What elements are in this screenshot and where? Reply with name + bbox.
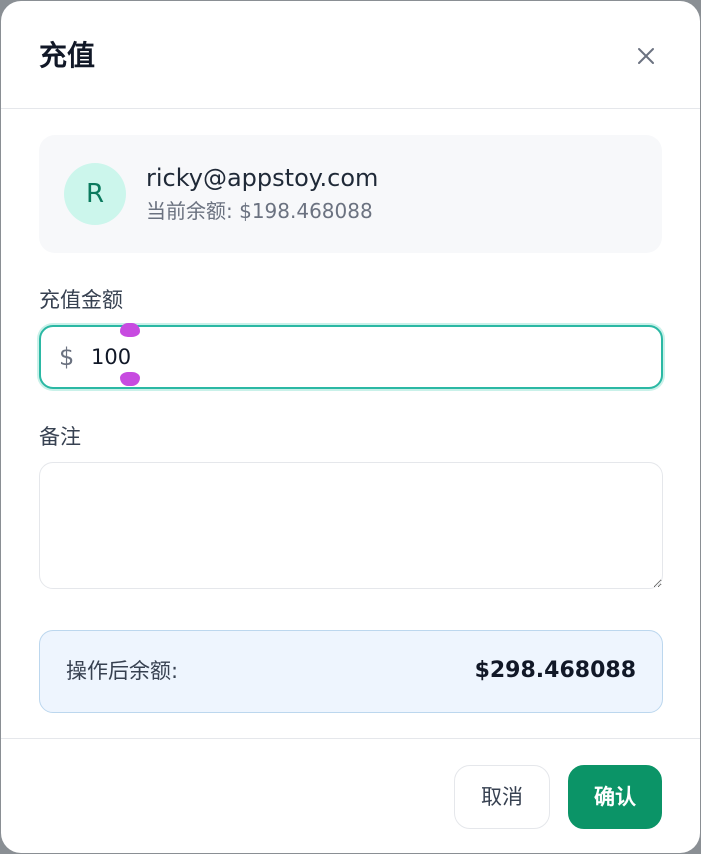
note-textarea[interactable] [39, 462, 663, 589]
close-icon-graphic [638, 48, 654, 64]
close-icon[interactable] [629, 39, 663, 73]
confirm-button[interactable]: 确认 [568, 765, 662, 829]
note-label: 备注 [39, 425, 81, 449]
amount-field[interactable]: $ [39, 323, 663, 389]
amount-label: 充值金额 [39, 288, 123, 312]
result-balance-value: $298.468088 [474, 658, 636, 683]
dialog-title: 充值 [39, 39, 96, 72]
amount-input[interactable] [91, 337, 631, 377]
selection-handle-end[interactable] [120, 372, 140, 386]
current-balance: 当前余额: $198.468088 [146, 199, 373, 223]
user-email: ricky@appstoy.com [146, 164, 379, 192]
avatar: R [64, 163, 126, 225]
currency-symbol: $ [59, 343, 75, 371]
selection-handle-start[interactable] [120, 323, 140, 337]
dialog-footer: 取消 确认 [1, 738, 700, 853]
result-balance-label: 操作后余额: [66, 659, 179, 683]
recharge-dialog: 充值 R ricky@appstoy.com 当前余额: $198.468088… [1, 1, 700, 853]
cancel-button[interactable]: 取消 [454, 765, 550, 829]
user-card: R ricky@appstoy.com 当前余额: $198.468088 [39, 135, 662, 253]
dialog-header: 充值 [1, 1, 700, 109]
result-balance-box: 操作后余额: $298.468088 [39, 630, 663, 713]
